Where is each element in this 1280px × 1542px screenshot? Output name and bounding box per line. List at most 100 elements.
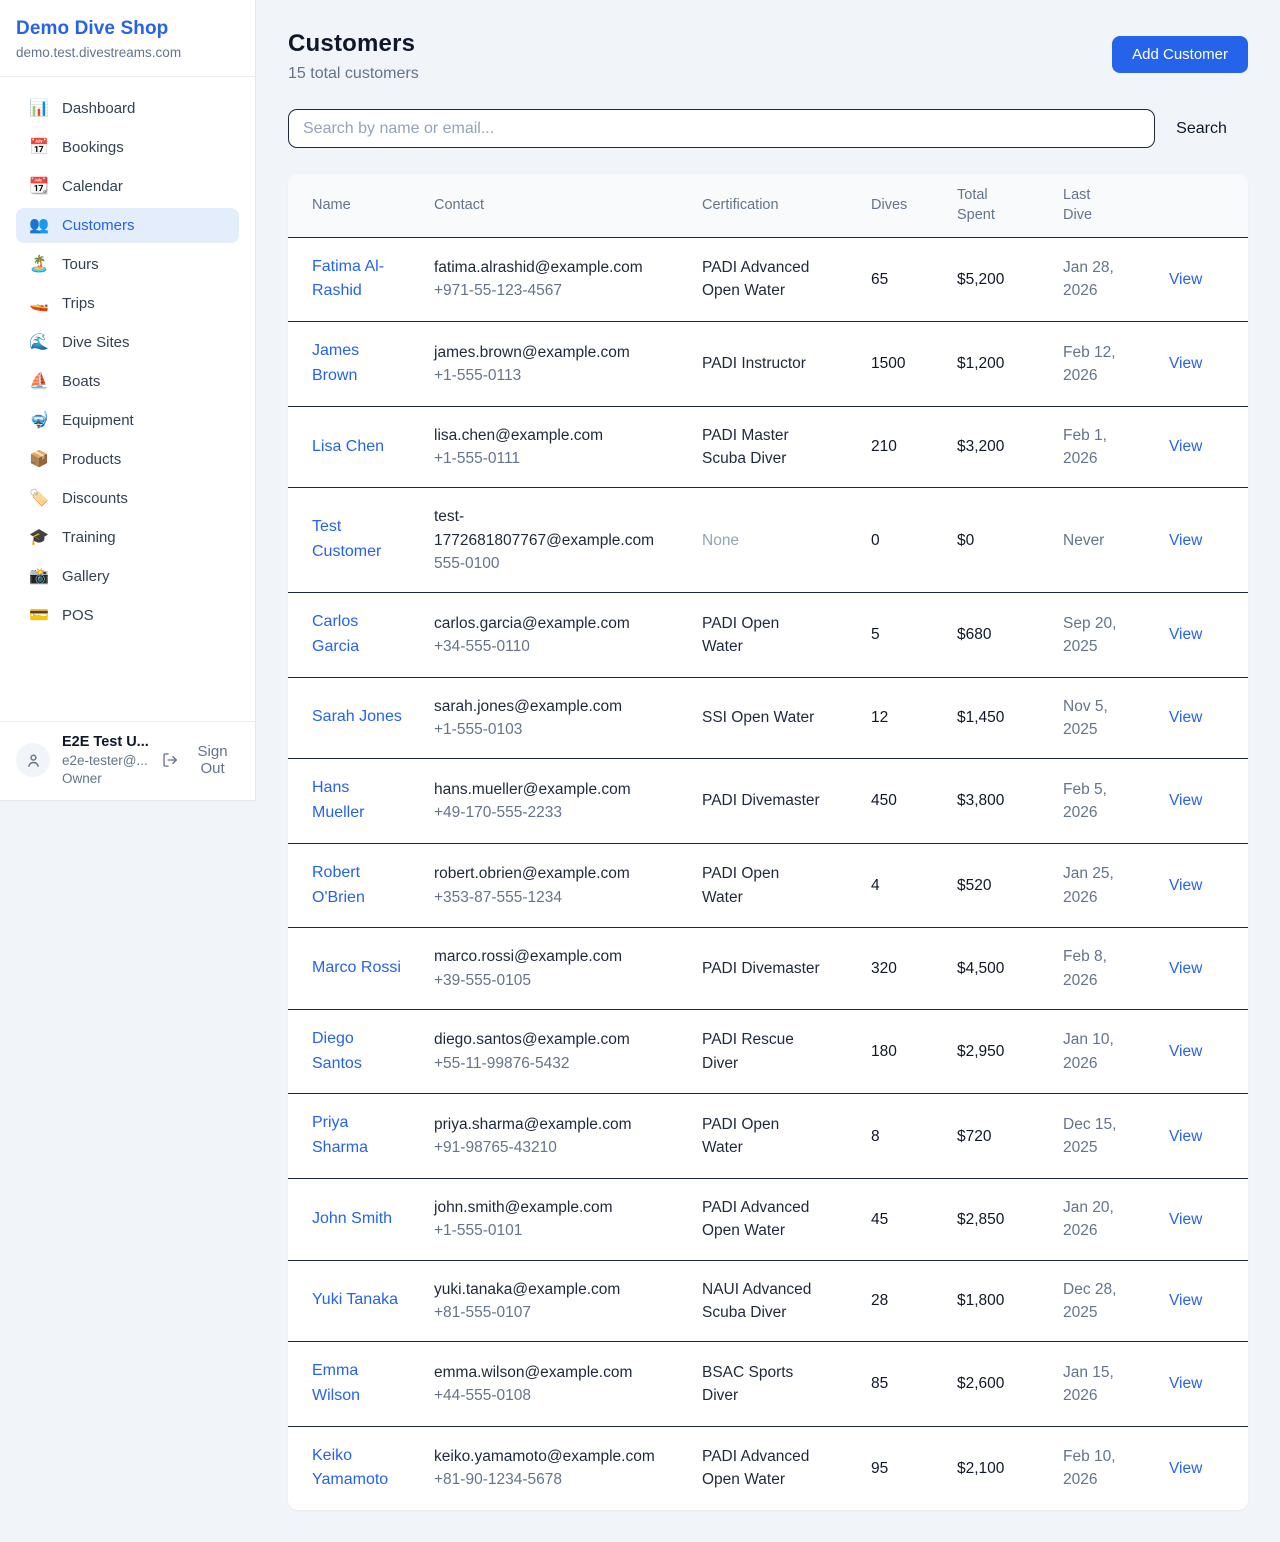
trips-speedboat-icon: 🚤 — [28, 296, 50, 312]
certification-cell: PADI Open Water — [702, 1094, 871, 1179]
last-dive-cell: Jan 25, 2026 — [1063, 843, 1169, 928]
certification: SSI Open Water — [702, 706, 814, 729]
customer-name-link[interactable]: John Smith — [312, 1207, 392, 1232]
customer-name-link[interactable]: Robert O'Brien — [312, 861, 406, 911]
dives-count: 210 — [871, 438, 897, 455]
last-dive: Jan 20, 2026 — [1063, 1196, 1133, 1243]
sidebar-item-customers[interactable]: 👥Customers — [16, 208, 239, 243]
table-row: Hans Muellerhans.mueller@example.com+49-… — [288, 759, 1248, 844]
view-link[interactable]: View — [1169, 709, 1202, 726]
last-dive-cell: Dec 28, 2025 — [1063, 1260, 1169, 1342]
sidebar-item-dive-sites[interactable]: 🌊Dive Sites — [16, 325, 239, 360]
customer-name-link[interactable]: Fatima Al-Rashid — [312, 255, 406, 305]
dives-cell: 450 — [871, 759, 957, 844]
sidebar-item-dashboard[interactable]: 📊Dashboard — [16, 91, 239, 126]
customer-name-link[interactable]: Test Customer — [312, 515, 406, 565]
customer-name-link[interactable]: Hans Mueller — [312, 776, 406, 826]
name-cell: Robert O'Brien — [288, 843, 434, 928]
sidebar-user-section: E2E Test U... e2e-tester@... Owner Sign … — [0, 721, 255, 800]
sidebar-item-label: Calendar — [62, 178, 123, 195]
view-link[interactable]: View — [1169, 877, 1202, 894]
customer-email: priya.sharma@example.com — [434, 1113, 649, 1136]
customer-name-link[interactable]: Marco Rossi — [312, 956, 401, 981]
view-link[interactable]: View — [1169, 1043, 1202, 1060]
sidebar-item-discounts[interactable]: 🏷️Discounts — [16, 481, 239, 516]
add-customer-button[interactable]: Add Customer — [1112, 36, 1248, 73]
action-cell: View — [1169, 928, 1248, 1010]
search-button[interactable]: Search — [1155, 120, 1248, 138]
name-cell: Test Customer — [288, 488, 434, 593]
action-cell: View — [1169, 322, 1248, 407]
contact-cell: marco.rossi@example.com+39-555-0105 — [434, 928, 702, 1010]
customers-table: NameContactCertificationDivesTotal Spent… — [288, 174, 1248, 1510]
certification-cell: PADI Rescue Diver — [702, 1009, 871, 1094]
customer-name-link[interactable]: Emma Wilson — [312, 1359, 406, 1409]
view-link[interactable]: View — [1169, 1128, 1202, 1145]
avatar — [16, 743, 50, 777]
view-link[interactable]: View — [1169, 438, 1202, 455]
view-link[interactable]: View — [1169, 271, 1202, 288]
dives-cell: 0 — [871, 488, 957, 593]
last-dive: Feb 12, 2026 — [1063, 341, 1133, 388]
sign-out-button[interactable]: Sign Out — [162, 743, 239, 777]
sidebar-item-products[interactable]: 📦Products — [16, 442, 239, 477]
view-link[interactable]: View — [1169, 355, 1202, 372]
customer-email: yuki.tanaka@example.com — [434, 1278, 649, 1301]
view-link[interactable]: View — [1169, 1460, 1202, 1477]
column-header-dives: Dives — [871, 174, 957, 237]
name-cell: Yuki Tanaka — [288, 1260, 434, 1342]
customer-name-link[interactable]: Yuki Tanaka — [312, 1288, 398, 1313]
name-cell: Sarah Jones — [288, 677, 434, 759]
search-input[interactable] — [288, 109, 1155, 148]
customer-phone: +1-555-0113 — [434, 364, 686, 387]
view-link[interactable]: View — [1169, 626, 1202, 643]
calendar-icon: 📆 — [28, 179, 50, 195]
last-dive: Nov 5, 2025 — [1063, 695, 1133, 742]
total-spent-cell: $2,950 — [957, 1009, 1063, 1094]
dives-count: 28 — [871, 1292, 888, 1309]
view-link[interactable]: View — [1169, 1211, 1202, 1228]
last-dive-cell: Feb 1, 2026 — [1063, 406, 1169, 488]
customer-name-link[interactable]: Priya Sharma — [312, 1111, 406, 1161]
customer-name-link[interactable]: Lisa Chen — [312, 435, 384, 460]
sidebar-item-training[interactable]: 🎓Training — [16, 520, 239, 555]
table-header-row: NameContactCertificationDivesTotal Spent… — [288, 174, 1248, 237]
contact-cell: robert.obrien@example.com+353-87-555-123… — [434, 843, 702, 928]
sidebar-item-pos[interactable]: 💳POS — [16, 598, 239, 633]
contact-cell: sarah.jones@example.com+1-555-0103 — [434, 677, 702, 759]
last-dive: Feb 5, 2026 — [1063, 778, 1133, 825]
view-link[interactable]: View — [1169, 1375, 1202, 1392]
pos-card-icon: 💳 — [28, 608, 50, 624]
sidebar-item-gallery[interactable]: 📸Gallery — [16, 559, 239, 594]
table-row: Carlos Garciacarlos.garcia@example.com+3… — [288, 593, 1248, 678]
action-cell: View — [1169, 677, 1248, 759]
customer-name-link[interactable]: Carlos Garcia — [312, 610, 406, 660]
sidebar-item-boats[interactable]: ⛵Boats — [16, 364, 239, 399]
view-link[interactable]: View — [1169, 792, 1202, 809]
customer-name-link[interactable]: Keiko Yamamoto — [312, 1444, 406, 1494]
customer-name-link[interactable]: James Brown — [312, 339, 406, 389]
customer-name-link[interactable]: Diego Santos — [312, 1027, 406, 1077]
boats-sailboat-icon: ⛵ — [28, 374, 50, 390]
customer-name-link[interactable]: Sarah Jones — [312, 705, 402, 730]
view-link[interactable]: View — [1169, 532, 1202, 549]
logout-icon — [162, 751, 178, 769]
name-cell: Fatima Al-Rashid — [288, 237, 434, 322]
dives-cell: 5 — [871, 593, 957, 678]
customer-email: john.smith@example.com — [434, 1196, 649, 1219]
dives-count: 0 — [871, 532, 880, 549]
total-spent-cell: $720 — [957, 1094, 1063, 1179]
view-link[interactable]: View — [1169, 1292, 1202, 1309]
sidebar-item-tours[interactable]: 🏝️Tours — [16, 247, 239, 282]
sidebar-item-bookings[interactable]: 📅Bookings — [16, 130, 239, 165]
column-header-total-spent: Total Spent — [957, 174, 1063, 237]
action-cell: View — [1169, 1426, 1248, 1510]
customer-phone: +49-170-555-2233 — [434, 801, 686, 824]
sidebar-item-equipment[interactable]: 🤿Equipment — [16, 403, 239, 438]
view-link[interactable]: View — [1169, 960, 1202, 977]
contact-cell: emma.wilson@example.com+44-555-0108 — [434, 1342, 702, 1427]
products-package-icon: 📦 — [28, 452, 50, 468]
sidebar-item-calendar[interactable]: 📆 Calendar — [16, 169, 239, 204]
certification: PADI Divemaster — [702, 957, 820, 980]
sidebar-item-trips[interactable]: 🚤Trips — [16, 286, 239, 321]
